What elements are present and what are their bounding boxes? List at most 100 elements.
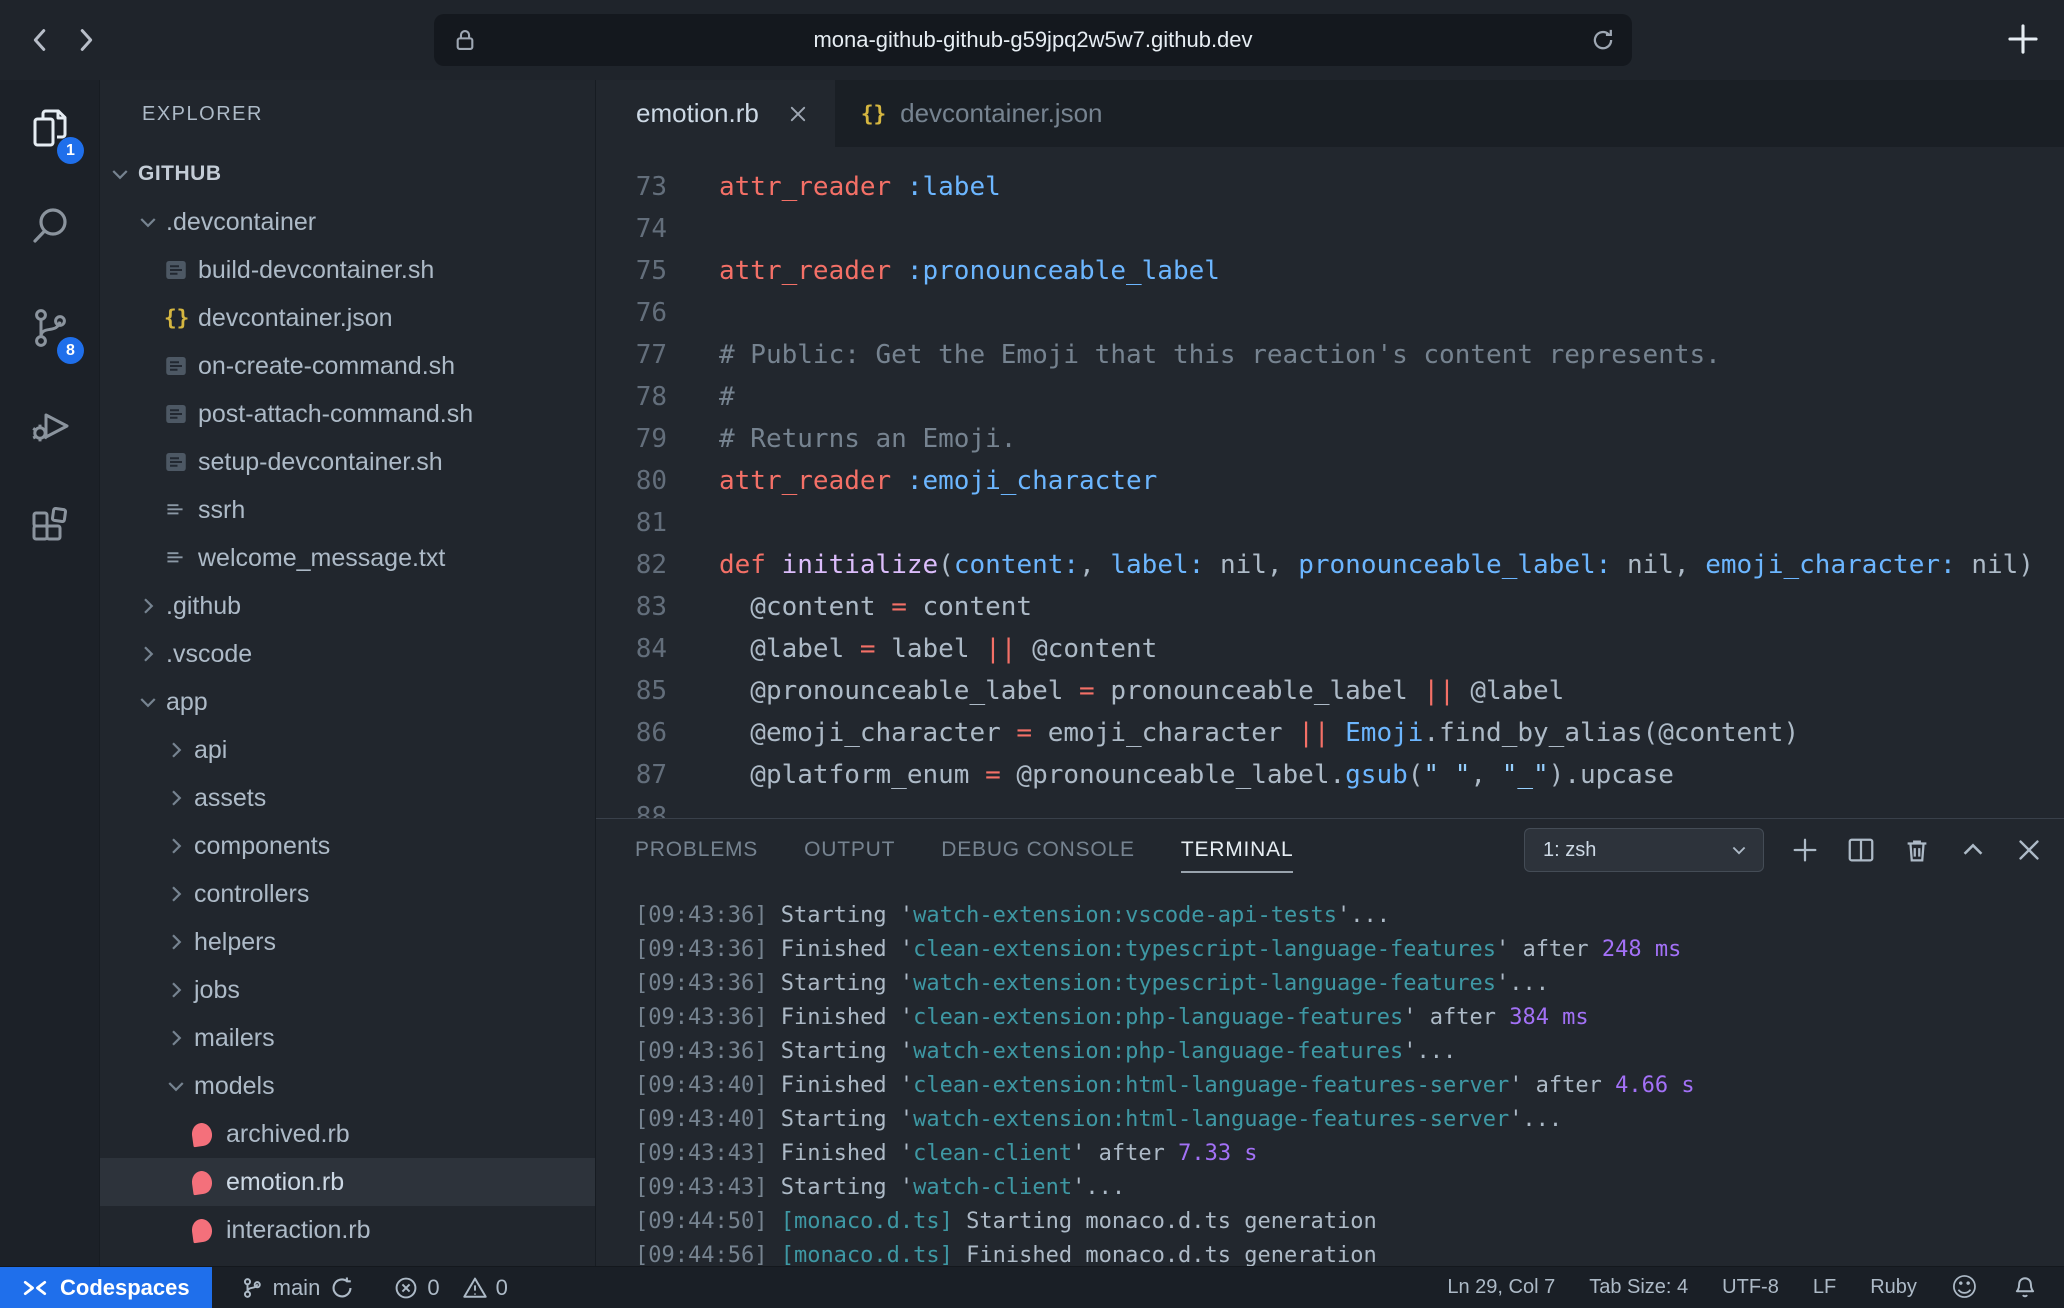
code-line-74[interactable]: 74 — [596, 208, 2064, 250]
code-text: attr_reader :label — [667, 166, 1001, 208]
explorer-title: EXPLORER — [142, 80, 263, 148]
panel-tab-terminal[interactable]: TERMINAL — [1181, 819, 1294, 881]
tree-item-ssrh[interactable]: ssrh — [100, 486, 596, 534]
tab-emotion-rb[interactable]: emotion.rb — [596, 80, 835, 147]
tree-item--vscode[interactable]: .vscode — [100, 630, 596, 678]
tree-item--github[interactable]: .github — [100, 582, 596, 630]
tree-item-on-create-command-sh[interactable]: on-create-command.sh — [100, 342, 596, 390]
refresh-icon[interactable] — [1590, 27, 1616, 53]
tree-item-build-devcontainer-sh[interactable]: build-devcontainer.sh — [100, 246, 596, 294]
panel-tab-problems[interactable]: PROBLEMS — [635, 819, 758, 881]
codespaces-remote-indicator[interactable]: Codespaces — [0, 1267, 212, 1308]
tree-item-emotion-rb[interactable]: emotion.rb — [100, 1158, 596, 1206]
code-line-79[interactable]: 79# Returns an Emoji. — [596, 418, 2064, 460]
encoding-indicator[interactable]: UTF-8 — [1722, 1276, 1779, 1299]
code-editor[interactable]: 73attr_reader :label7475attr_reader :pro… — [596, 147, 2064, 818]
code-line-81[interactable]: 81 — [596, 502, 2064, 544]
code-line-80[interactable]: 80attr_reader :emoji_character — [596, 460, 2064, 502]
cursor-position[interactable]: Ln 29, Col 7 — [1447, 1276, 1555, 1299]
activity-explorer-button[interactable]: 1 — [0, 86, 100, 170]
code-line-83[interactable]: 83 @content = content — [596, 586, 2064, 628]
language-mode-indicator[interactable]: Ruby — [1870, 1276, 1917, 1299]
tab-label: devcontainer.json — [900, 98, 1102, 129]
code-text: @emoji_character = emoji_character || Em… — [667, 712, 1799, 754]
activity-run-debug-button[interactable] — [0, 384, 100, 468]
tab-size-indicator[interactable]: Tab Size: 4 — [1589, 1276, 1688, 1299]
terminal-line: [09:43:40] Finished 'clean-extension:htm… — [635, 1069, 2064, 1103]
line-number: 87 — [596, 754, 667, 796]
feedback-smiley-icon[interactable]: ☺ — [1951, 1275, 1978, 1301]
code-line-84[interactable]: 84 @label = label || @content — [596, 628, 2064, 670]
terminal-shell-select[interactable]: 1: zsh — [1524, 828, 1764, 872]
editor-tab-bar: emotion.rb {} devcontainer.json — [596, 80, 2064, 147]
code-line-86[interactable]: 86 @emoji_character = emoji_character ||… — [596, 712, 2064, 754]
chevron-down-icon — [136, 210, 160, 234]
maximize-panel-chevron-up-icon[interactable] — [1958, 835, 1988, 865]
code-line-88[interactable]: 88 — [596, 796, 2064, 818]
close-icon[interactable] — [787, 103, 809, 125]
new-tab-button[interactable] — [2004, 20, 2042, 58]
code-line-82[interactable]: 82def initialize(content:, label: nil, p… — [596, 544, 2064, 586]
problems-indicator[interactable]: 0 0 — [393, 1275, 508, 1301]
tree-item-github[interactable]: GITHUB — [100, 150, 596, 198]
branch-name: main — [273, 1275, 321, 1301]
tree-item-app[interactable]: app — [100, 678, 596, 726]
tree-item-label: .github — [166, 592, 241, 621]
chevron-right-icon — [164, 930, 188, 954]
browser-forward-button[interactable] — [64, 18, 108, 62]
tree-item-interaction-rb[interactable]: interaction.rb — [100, 1206, 596, 1254]
tree-item-setup-devcontainer-sh[interactable]: setup-devcontainer.sh — [100, 438, 596, 486]
activity-source-control-button[interactable]: 8 — [0, 286, 100, 370]
script-file-icon — [164, 353, 188, 379]
panel-tab-debug-console[interactable]: DEBUG CONSOLE — [941, 819, 1135, 881]
activity-extensions-button[interactable] — [0, 484, 100, 568]
forward-icon — [71, 25, 101, 55]
close-panel-icon[interactable] — [2014, 835, 2044, 865]
tree-item--devcontainer[interactable]: .devcontainer — [100, 198, 596, 246]
split-terminal-icon[interactable] — [1846, 835, 1876, 865]
code-line-75[interactable]: 75attr_reader :pronounceable_label — [596, 250, 2064, 292]
code-line-73[interactable]: 73attr_reader :label — [596, 166, 2064, 208]
branch-indicator[interactable]: main — [240, 1275, 356, 1301]
tree-item-assets[interactable]: assets — [100, 774, 596, 822]
eol-indicator[interactable]: LF — [1813, 1276, 1836, 1299]
line-number: 84 — [596, 628, 667, 670]
line-number: 83 — [596, 586, 667, 628]
line-number: 80 — [596, 460, 667, 502]
tab-devcontainer-json[interactable]: {} devcontainer.json — [835, 80, 1129, 147]
tree-item-label: welcome_message.txt — [198, 544, 445, 573]
tree-item-controllers[interactable]: controllers — [100, 870, 596, 918]
panel-tab-output[interactable]: OUTPUT — [804, 819, 895, 881]
tree-item-components[interactable]: components — [100, 822, 596, 870]
notifications-bell-icon[interactable] — [2012, 1275, 2038, 1301]
code-line-77[interactable]: 77# Public: Get the Emoji that this reac… — [596, 334, 2064, 376]
shell-select-value: 1: zsh — [1543, 839, 1729, 862]
tree-item-label: interaction.rb — [226, 1216, 371, 1245]
tree-item-mailers[interactable]: mailers — [100, 1014, 596, 1062]
tree-item-welcome-message-txt[interactable]: welcome_message.txt — [100, 534, 596, 582]
tree-item-archived-rb[interactable]: archived.rb — [100, 1110, 596, 1158]
code-line-85[interactable]: 85 @pronounceable_label = pronounceable_… — [596, 670, 2064, 712]
kill-terminal-trash-icon[interactable] — [1902, 835, 1932, 865]
url-text: mona-github-github-g59jpq2w5w7.github.de… — [434, 27, 1632, 53]
line-number: 77 — [596, 334, 667, 376]
code-line-76[interactable]: 76 — [596, 292, 2064, 334]
tree-item-label: mailers — [194, 1024, 275, 1053]
tree-item-helpers[interactable]: helpers — [100, 918, 596, 966]
activity-search-button[interactable] — [0, 184, 100, 268]
script-file-icon — [164, 449, 188, 475]
terminal-output[interactable]: [09:43:36] Starting 'watch-extension:vsc… — [596, 881, 2064, 1266]
browser-back-button[interactable] — [18, 18, 62, 62]
tree-item-post-attach-command-sh[interactable]: post-attach-command.sh — [100, 390, 596, 438]
code-text — [667, 796, 719, 818]
code-text: @platform_enum = @pronounceable_label.gs… — [667, 754, 1674, 796]
code-line-87[interactable]: 87 @platform_enum = @pronounceable_label… — [596, 754, 2064, 796]
tree-item-models[interactable]: models — [100, 1062, 596, 1110]
new-terminal-icon[interactable] — [1790, 835, 1820, 865]
remote-icon — [22, 1275, 48, 1301]
code-line-78[interactable]: 78# — [596, 376, 2064, 418]
tree-item-jobs[interactable]: jobs — [100, 966, 596, 1014]
tree-item-api[interactable]: api — [100, 726, 596, 774]
tree-item-devcontainer-json[interactable]: {}devcontainer.json — [100, 294, 596, 342]
address-bar[interactable]: mona-github-github-g59jpq2w5w7.github.de… — [434, 14, 1632, 66]
